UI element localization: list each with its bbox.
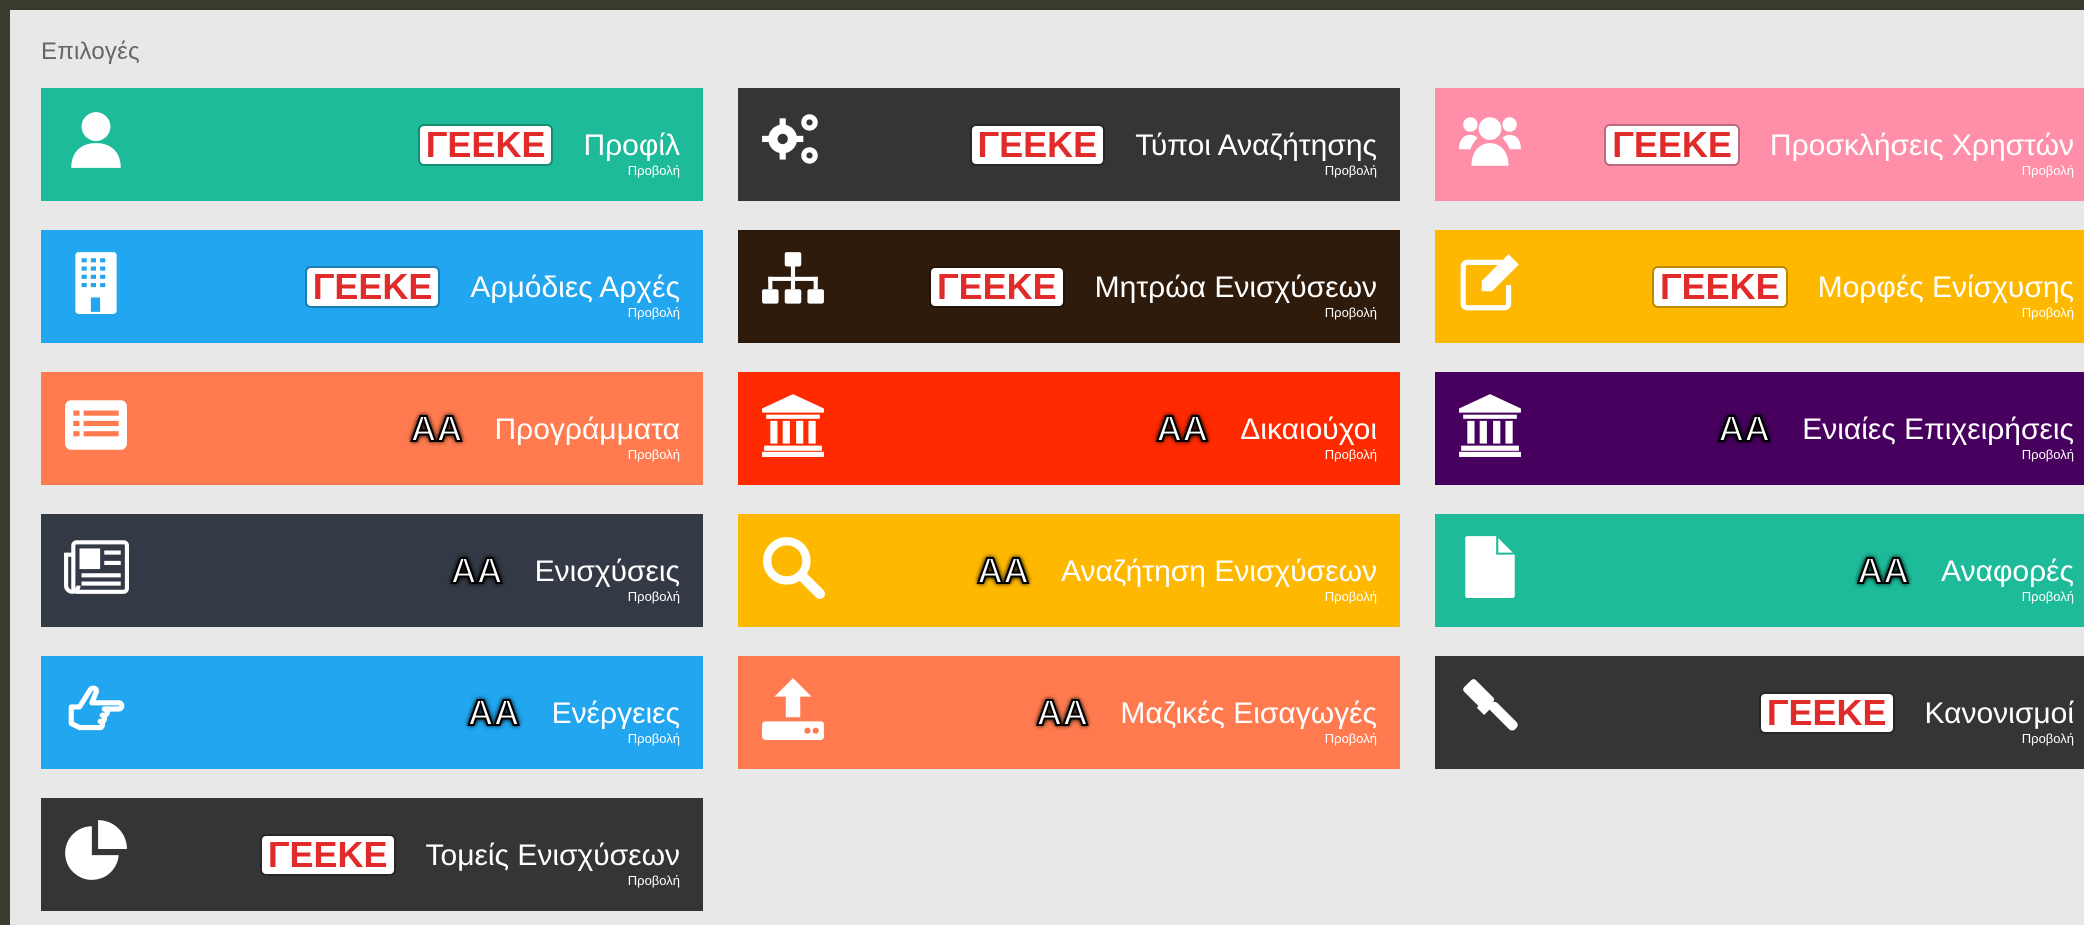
sitemap-icon xyxy=(760,250,826,316)
file-icon xyxy=(1457,534,1523,600)
list-alt-icon xyxy=(63,392,129,458)
tile-14[interactable]: ΓΕΕΚΕ Κανονισμοί Προβολή xyxy=(1435,656,2084,769)
tile-5[interactable]: ΓΕΕΚΕ Μορφές Ενίσχυσης Προβολή xyxy=(1435,230,2084,343)
tile-11[interactable]: ΑΑ Αναφορές Προβολή xyxy=(1435,514,2084,627)
section-title: Επιλογές xyxy=(41,38,140,65)
badge-aa: ΑΑ xyxy=(1155,408,1209,449)
tile-title: Τύποι Αναζήτησης xyxy=(1135,129,1377,162)
tile-title: Προγράμματα xyxy=(494,413,680,446)
newspaper-icon xyxy=(63,534,129,600)
pie-chart-icon xyxy=(63,818,129,884)
tile-view-link[interactable]: Προβολή xyxy=(1325,305,1377,320)
tile-title: Μορφές Ενίσχυσης xyxy=(1817,271,2074,304)
badge-geeke: ΓΕΕΚΕ xyxy=(1760,694,1893,732)
tile-title: Προφίλ xyxy=(583,129,680,162)
badge-aa: ΑΑ xyxy=(1035,692,1089,733)
gears-icon xyxy=(760,108,826,174)
gavel-icon xyxy=(1457,676,1523,742)
building-icon xyxy=(63,250,129,316)
tile-view-link[interactable]: Προβολή xyxy=(2022,305,2074,320)
tile-view-link[interactable]: Προβολή xyxy=(2022,589,2074,604)
tile-view-link[interactable]: Προβολή xyxy=(628,447,680,462)
badge-geeke: ΓΕΕΚΕ xyxy=(306,268,439,306)
tile-10[interactable]: ΑΑ Αναζήτηση Ενισχύσεων Προβολή xyxy=(738,514,1400,627)
badge-aa: ΑΑ xyxy=(1717,408,1771,449)
tile-title: Αρμόδιες Αρχές xyxy=(470,271,680,304)
tile-view-link[interactable]: Προβολή xyxy=(628,589,680,604)
tile-view-link[interactable]: Προβολή xyxy=(1325,447,1377,462)
user-icon xyxy=(63,108,129,174)
tiles-grid: ΓΕΕΚΕ Προφίλ Προβολή ΓΕΕΚΕ Τύποι Αναζήτη… xyxy=(41,88,2084,911)
tile-view-link[interactable]: Προβολή xyxy=(2022,163,2074,178)
bank-icon xyxy=(1457,392,1523,458)
tile-title: Κανονισμοί xyxy=(1924,697,2075,730)
tile-title: Τομείς Ενισχύσεων xyxy=(425,839,681,872)
tile-12[interactable]: ΑΑ Ενέργειες Προβολή xyxy=(41,656,703,769)
upload-icon xyxy=(760,676,826,742)
tile-title: Ενέργειες xyxy=(551,697,680,730)
tile-1[interactable]: ΓΕΕΚΕ Τύποι Αναζήτησης Προβολή xyxy=(738,88,1400,201)
tile-view-link[interactable]: Προβολή xyxy=(628,731,680,746)
tile-view-link[interactable]: Προβολή xyxy=(2022,447,2074,462)
tile-7[interactable]: ΑΑ Δικαιούχοι Προβολή xyxy=(738,372,1400,485)
badge-aa: ΑΑ xyxy=(976,550,1030,591)
tile-view-link[interactable]: Προβολή xyxy=(628,873,680,888)
tile-4[interactable]: ΓΕΕΚΕ Μητρώα Ενισχύσεων Προβολή xyxy=(738,230,1400,343)
badge-aa: ΑΑ xyxy=(450,550,504,591)
badge-aa: ΑΑ xyxy=(467,692,521,733)
tile-9[interactable]: ΑΑ Ενισχύσεις Προβολή xyxy=(41,514,703,627)
tile-view-link[interactable]: Προβολή xyxy=(628,163,680,178)
tile-13[interactable]: ΑΑ Μαζικές Εισαγωγές Προβολή xyxy=(738,656,1400,769)
tile-title: Ενιαίες Επιχειρήσεις xyxy=(1802,413,2074,446)
page-frame: Επιλογές ΓΕΕΚΕ Προφίλ Προβολή ΓΕΕΚΕ Τύπο… xyxy=(0,0,2084,925)
tile-title: Μητρώα Ενισχύσεων xyxy=(1094,271,1377,304)
badge-geeke: ΓΕΕΚΕ xyxy=(930,268,1063,306)
tile-title: Αναφορές xyxy=(1941,555,2074,588)
tile-view-link[interactable]: Προβολή xyxy=(1325,589,1377,604)
tile-8[interactable]: ΑΑ Ενιαίες Επιχειρήσεις Προβολή xyxy=(1435,372,2084,485)
tile-6[interactable]: ΑΑ Προγράμματα Προβολή xyxy=(41,372,703,485)
tile-view-link[interactable]: Προβολή xyxy=(1325,163,1377,178)
badge-geeke: ΓΕΕΚΕ xyxy=(1653,268,1786,306)
tile-title: Αναζήτηση Ενισχύσεων xyxy=(1061,555,1377,588)
badge-geeke: ΓΕΕΚΕ xyxy=(419,126,552,164)
badge-aa: ΑΑ xyxy=(409,408,463,449)
edit-icon xyxy=(1457,250,1523,316)
badge-geeke: ΓΕΕΚΕ xyxy=(261,836,394,874)
users-icon xyxy=(1457,108,1523,174)
tile-2[interactable]: ΓΕΕΚΕ Προσκλήσεις Χρηστών Προβολή xyxy=(1435,88,2084,201)
tile-title: Προσκλήσεις Χρηστών xyxy=(1769,129,2074,162)
badge-geeke: ΓΕΕΚΕ xyxy=(1606,126,1738,164)
bank-icon xyxy=(760,392,826,458)
tile-3[interactable]: ΓΕΕΚΕ Αρμόδιες Αρχές Προβολή xyxy=(41,230,703,343)
badge-geeke: ΓΕΕΚΕ xyxy=(971,126,1104,164)
tile-view-link[interactable]: Προβολή xyxy=(2022,731,2074,746)
search-icon xyxy=(760,534,826,600)
tile-title: Μαζικές Εισαγωγές xyxy=(1120,697,1377,730)
tile-title: Ενισχύσεις xyxy=(534,555,680,588)
tile-15[interactable]: ΓΕΕΚΕ Τομείς Ενισχύσεων Προβολή xyxy=(41,798,703,911)
tile-0[interactable]: ΓΕΕΚΕ Προφίλ Προβολή xyxy=(41,88,703,201)
badge-aa: ΑΑ xyxy=(1856,550,1910,591)
tile-view-link[interactable]: Προβολή xyxy=(628,305,680,320)
hand-pointer-icon xyxy=(63,676,129,742)
tile-view-link[interactable]: Προβολή xyxy=(1325,731,1377,746)
tile-title: Δικαιούχοι xyxy=(1240,413,1377,446)
